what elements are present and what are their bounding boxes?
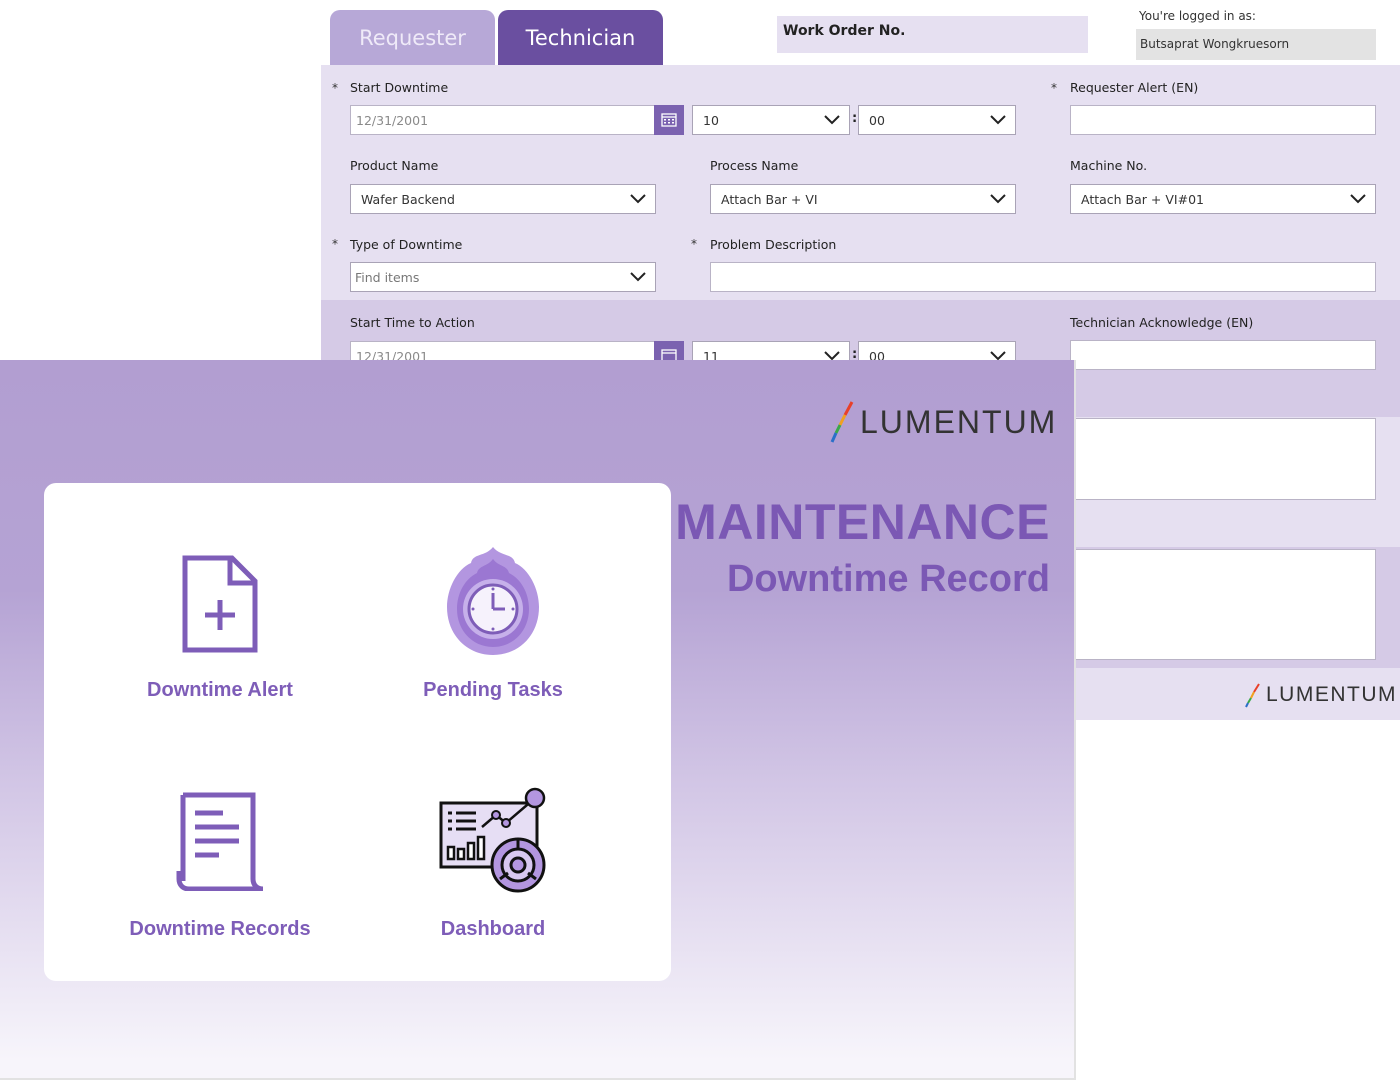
logo-wordmark: LUMENTUM xyxy=(1266,683,1397,706)
process-name-select[interactable]: Attach Bar + VI xyxy=(710,184,1016,214)
product-name-select[interactable]: Wafer Backend xyxy=(350,184,656,214)
document-list-icon xyxy=(176,792,264,891)
required-mark: * xyxy=(332,81,338,95)
chevron-down-icon xyxy=(630,194,646,204)
start-downtime-hour-select[interactable]: 10 xyxy=(692,105,850,135)
start-time-to-action-label: Start Time to Action xyxy=(350,315,475,330)
pending-tasks-label: Pending Tasks xyxy=(423,679,563,701)
requester-section: * Start Downtime 12/31/2001 10 : 00 * Re… xyxy=(321,65,1400,300)
product-name-value: Wafer Backend xyxy=(361,192,455,207)
type-of-downtime-select[interactable]: Find items xyxy=(350,262,656,292)
type-of-downtime-placeholder: Find items xyxy=(355,270,420,285)
logged-in-label: You're logged in as: xyxy=(1139,9,1256,23)
dashboard-chart-icon xyxy=(439,787,546,893)
required-mark: * xyxy=(332,237,338,251)
lumentum-logo-small: LUMENTUM xyxy=(1245,682,1397,708)
lumentum-logo: LUMENTUM xyxy=(830,400,1057,444)
tab-requester[interactable]: Requester xyxy=(330,10,495,65)
logged-in-user: Butsaprat Wongkruesorn xyxy=(1136,29,1376,60)
chevron-down-icon xyxy=(824,115,840,125)
app-stage: Requester Technician Work Order No. You'… xyxy=(0,0,1400,1080)
dashboard-button[interactable]: Dashboard xyxy=(363,783,623,973)
required-mark: * xyxy=(1051,81,1057,95)
clock-flame-icon xyxy=(447,547,539,655)
pending-tasks-button[interactable]: Pending Tasks xyxy=(363,545,623,735)
time-separator: : xyxy=(852,111,858,126)
menu-card: Downtime Alert Pending Tasks Downtime Re… xyxy=(44,483,671,981)
chevron-down-icon xyxy=(990,194,1006,204)
tab-technician[interactable]: Technician xyxy=(498,10,663,65)
product-name-label: Product Name xyxy=(350,158,439,173)
work-order-label: Work Order No. xyxy=(783,23,906,39)
downtime-records-button[interactable]: Downtime Records xyxy=(90,783,350,973)
new-document-icon xyxy=(182,555,258,653)
page-subtitle: Downtime Record xyxy=(726,558,1050,600)
start-downtime-date-input[interactable]: 12/31/2001 xyxy=(350,105,655,135)
lumentum-logo-icon xyxy=(830,401,854,443)
process-name-value: Attach Bar + VI xyxy=(721,192,818,207)
chevron-down-icon xyxy=(990,115,1006,125)
logo-wordmark: LUMENTUM xyxy=(860,403,1058,440)
technician-acknowledge-label: Technician Acknowledge (EN) xyxy=(1070,315,1254,330)
page-title: MAINTENANCE xyxy=(675,494,1050,550)
requester-alert-label: Requester Alert (EN) xyxy=(1070,80,1199,95)
chevron-down-icon xyxy=(630,272,646,282)
text-area-field[interactable] xyxy=(1070,549,1376,660)
downtime-alert-label: Downtime Alert xyxy=(147,679,293,701)
home-screen: LUMENTUM MAINTENANCE Downtime Record Dow… xyxy=(0,360,1076,1080)
dashboard-label: Dashboard xyxy=(440,918,546,940)
start-downtime-hour-value: 10 xyxy=(703,113,719,128)
calendar-icon[interactable] xyxy=(654,105,684,135)
start-downtime-label: Start Downtime xyxy=(350,80,449,95)
start-downtime-minute-value: 00 xyxy=(869,113,885,128)
lumentum-logo-icon xyxy=(1245,683,1260,708)
machine-no-select[interactable]: Attach Bar + VI#01 xyxy=(1070,184,1376,214)
technician-acknowledge-input[interactable] xyxy=(1070,340,1376,370)
problem-description-label: Problem Description xyxy=(710,237,837,252)
machine-no-value: Attach Bar + VI#01 xyxy=(1081,192,1204,207)
problem-description-input[interactable] xyxy=(710,262,1376,292)
type-of-downtime-label: Type of Downtime xyxy=(350,237,463,252)
work-order-field[interactable]: Work Order No. xyxy=(777,16,1088,53)
downtime-alert-button[interactable]: Downtime Alert xyxy=(90,545,350,735)
machine-no-label: Machine No. xyxy=(1070,158,1148,173)
downtime-records-label: Downtime Records xyxy=(129,918,311,940)
start-downtime-minute-select[interactable]: 00 xyxy=(858,105,1016,135)
chevron-down-icon xyxy=(1350,194,1366,204)
requester-alert-input[interactable] xyxy=(1070,105,1376,135)
process-name-label: Process Name xyxy=(710,158,799,173)
required-mark: * xyxy=(691,237,697,251)
text-area-field[interactable] xyxy=(1070,418,1376,500)
